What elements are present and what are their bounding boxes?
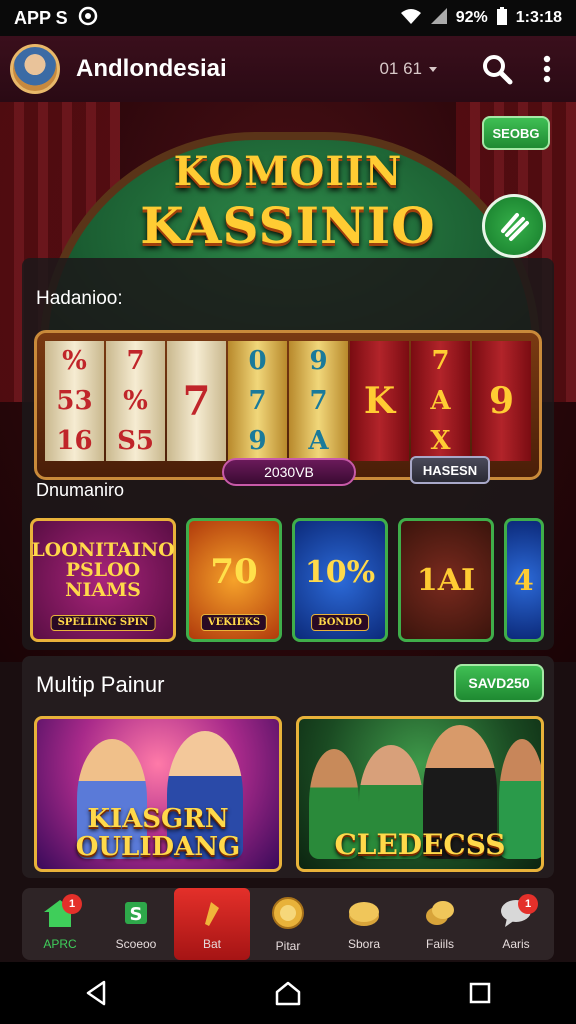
game-card[interactable]: 70 VEKIEKS <box>186 518 282 642</box>
game-card-title: 1AI <box>416 562 476 598</box>
slot-icon: S <box>121 898 151 933</box>
search-icon[interactable] <box>478 50 516 88</box>
notification-icon <box>78 6 98 31</box>
reel-symbol: A <box>430 386 451 416</box>
hand-wave-icon[interactable] <box>482 194 546 258</box>
game-card-title: LOONITAINO PSLOO NIAMS <box>31 539 175 601</box>
back-icon[interactable] <box>76 973 116 1013</box>
notification-badge: 1 <box>62 894 82 914</box>
battery-icon <box>496 6 508 31</box>
reel-symbol: 7 <box>431 346 450 376</box>
account-code-dropdown[interactable]: 01 61 <box>379 59 438 79</box>
account-code: 01 61 <box>379 59 422 78</box>
game-card[interactable]: 10% BONDO <box>292 518 388 642</box>
reel-symbol: 16 <box>56 426 93 456</box>
reel-symbol: X <box>430 426 451 456</box>
nav-item-home[interactable]: APRC 1 <box>22 888 98 960</box>
game-card[interactable]: LOONITAINO PSLOO NIAMS SPELLING SPIN <box>30 518 176 642</box>
promo-card[interactable]: CLEDECSS <box>296 716 544 872</box>
game-card-tag: SPELLING SPIN <box>50 614 156 631</box>
game-card-tag: VEKIEKS <box>200 614 268 631</box>
game-card[interactable]: 4 <box>504 518 544 642</box>
game-card-title: 10% <box>304 554 376 590</box>
reel-symbol: 7 <box>182 377 211 425</box>
reel: K <box>350 341 409 461</box>
nav-label: APRC <box>43 936 77 951</box>
reel: 9 <box>472 341 531 461</box>
bottom-nav: APRC 1 S Scoeoo Bat Pitar Sbora Faiils A… <box>22 888 554 960</box>
app-title: Andlondesiai <box>76 55 227 82</box>
reel-symbol: 7 <box>309 386 328 416</box>
gold-coins-icon <box>423 898 457 933</box>
reel-symbol: 9 <box>488 380 515 422</box>
status-bar: APP S 92% 1:3:18 <box>0 0 576 36</box>
reel-symbol: % <box>62 346 87 376</box>
reel-symbol: 9 <box>248 426 267 456</box>
reels: % 53 16 7 % S5 7 0 7 9 9 7 A K 7 A X 9 <box>45 341 531 461</box>
chips-icon <box>347 898 381 933</box>
recents-icon[interactable] <box>460 973 500 1013</box>
logo-line-1: KOMOIIN <box>173 148 403 195</box>
game-card-title: 70 <box>210 552 258 592</box>
reel-symbol: S5 <box>117 426 154 456</box>
nav-label: Scoeoo <box>115 936 157 951</box>
section-label-1: Hadanioo: <box>36 288 123 309</box>
section-label-2: Dnumaniro <box>36 480 125 500</box>
nav-label: Faiils <box>425 936 454 951</box>
nav-item-aaris[interactable]: Aaris 1 <box>478 888 554 960</box>
nav-item-slots[interactable]: S Scoeoo <box>98 888 174 960</box>
nav-item-sbora[interactable]: Sbora <box>326 888 402 960</box>
multiplayer-title: Multip Painur <box>36 672 165 697</box>
reel-symbol: 7 <box>126 346 145 376</box>
nav-item-faiils[interactable]: Faiils <box>402 888 478 960</box>
nav-label: Bat <box>202 936 221 951</box>
slot-button[interactable]: HASESN <box>410 456 490 484</box>
system-nav-bar <box>0 962 576 1024</box>
reel: 7 A X <box>411 341 470 461</box>
reel-symbol: 0 <box>248 346 267 376</box>
reel: 9 7 A <box>289 341 348 461</box>
wifi-icon <box>400 7 422 30</box>
signal-icon <box>430 7 448 30</box>
reel: % 53 16 <box>45 341 104 461</box>
more-menu-icon[interactable] <box>528 50 566 88</box>
nav-label: Pitar <box>275 938 301 953</box>
multiplayer-badge[interactable]: SAVD250 <box>454 664 544 702</box>
slot-counter: 2030VB <box>222 458 356 486</box>
reel: 7 % S5 <box>106 341 165 461</box>
game-cards-row: LOONITAINO PSLOO NIAMS SPELLING SPIN 70 … <box>30 518 550 642</box>
reel-symbol: 9 <box>309 346 328 376</box>
game-card[interactable]: 1AI <box>398 518 494 642</box>
svg-text:S: S <box>130 904 143 925</box>
notification-badge: 1 <box>518 894 538 914</box>
promo-title: CLEDECSS <box>334 828 506 861</box>
bet-icon <box>197 898 227 933</box>
promo-title: KIASGRN OULIDANG <box>75 804 241 862</box>
reel-symbol: 53 <box>56 386 93 416</box>
reel: 0 7 9 <box>228 341 287 461</box>
nav-label: Aaris <box>502 936 530 951</box>
reel-symbol: % <box>123 386 148 416</box>
status-app-text: APP S <box>14 7 68 28</box>
app-bar: Andlondesiai 01 61 <box>0 36 576 102</box>
chevron-down-icon <box>428 59 438 79</box>
nav-item-pitar[interactable]: Pitar <box>250 888 326 960</box>
nav-item-bet[interactable]: Bat <box>174 888 250 960</box>
promo-card[interactable]: KIASGRN OULIDANG <box>34 716 282 872</box>
reel-symbol: A <box>308 426 329 456</box>
game-card-title: 4 <box>514 563 534 597</box>
hero-badge[interactable]: SEOBG <box>482 116 550 150</box>
coin-icon <box>271 896 305 935</box>
reel-symbol: 7 <box>248 386 267 416</box>
game-card-tag: BONDO <box>311 614 369 631</box>
reel-symbol: K <box>363 380 396 422</box>
reel: 7 <box>167 341 226 461</box>
home-button-icon[interactable] <box>268 973 308 1013</box>
avatar[interactable] <box>10 44 60 94</box>
clock: 1:3:18 <box>515 9 562 26</box>
battery-percent: 92% <box>455 9 488 26</box>
nav-label: Sbora <box>347 936 381 951</box>
